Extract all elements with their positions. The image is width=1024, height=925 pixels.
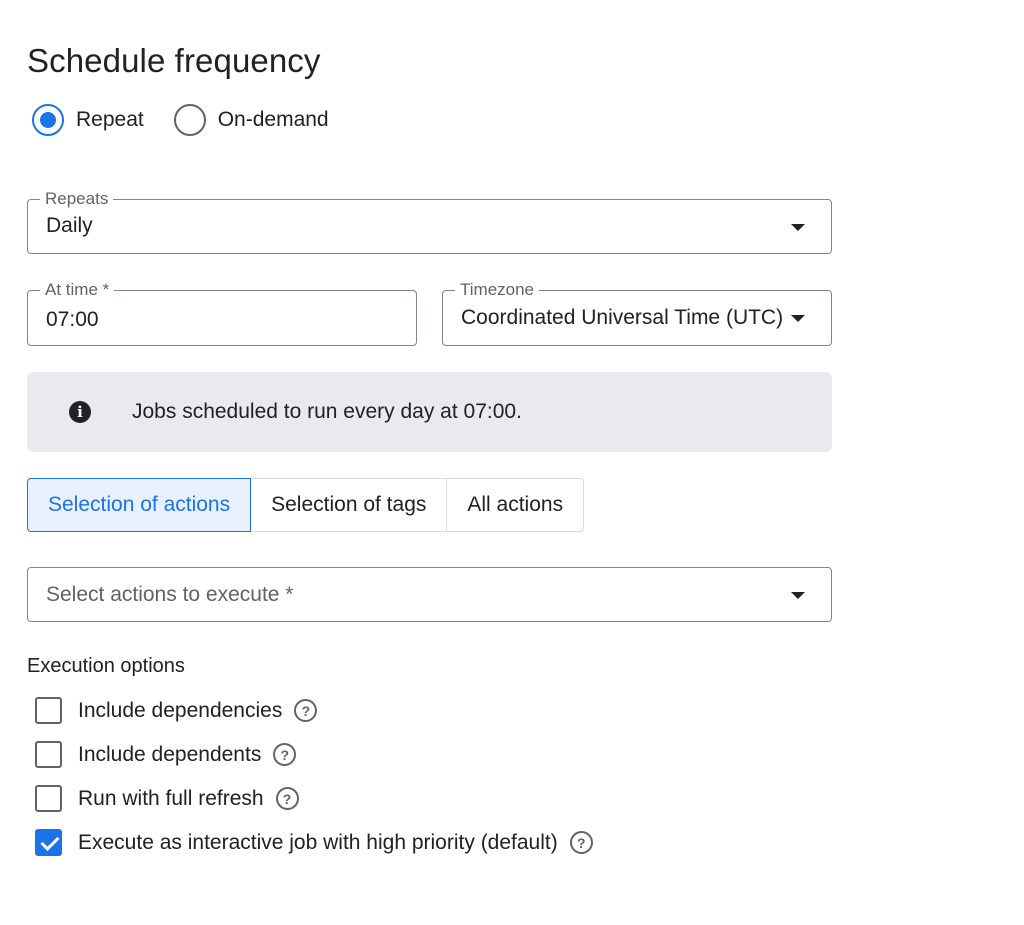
info-icon: i [69, 401, 91, 423]
interactive-high-priority-checkbox[interactable] [35, 829, 62, 856]
option-full-refresh: Run with full refresh ? [35, 785, 299, 812]
tab-selection-of-actions[interactable]: Selection of actions [27, 478, 252, 532]
option-interactive-high-priority: Execute as interactive job with high pri… [35, 829, 593, 856]
radio-repeat-label: Repeat [76, 108, 144, 131]
actions-select-placeholder: Select actions to execute * [46, 583, 294, 606]
page-title: Schedule frequency [27, 42, 321, 79]
repeats-select[interactable]: Repeats Daily [27, 189, 832, 254]
at-time-label: At time * [40, 280, 115, 300]
tab-selection-of-tags[interactable]: Selection of tags [251, 478, 448, 532]
help-icon[interactable]: ? [273, 743, 297, 766]
timezone-select[interactable]: Timezone Coordinated Universal Time (UTC… [442, 280, 832, 346]
tab-all-actions[interactable]: All actions [447, 478, 585, 532]
execution-options-title: Execution options [27, 655, 185, 677]
schedule-info-text: Jobs scheduled to run every day at 07:00… [132, 400, 522, 423]
help-icon[interactable]: ? [275, 787, 299, 810]
include-dependents-label: Include dependents [78, 742, 262, 766]
schedule-info-banner: i Jobs scheduled to run every day at 07:… [27, 372, 832, 452]
option-include-dependents: Include dependents ? [35, 741, 297, 768]
action-selection-toggle: Selection of actions Selection of tags A… [27, 478, 585, 532]
timezone-value: Coordinated Universal Time (UTC) [461, 306, 784, 329]
option-include-dependencies: Include dependencies ? [35, 697, 318, 724]
repeats-value: Daily [46, 214, 93, 237]
radio-on-demand-label: On-demand [217, 108, 329, 131]
radio-on-demand[interactable]: On-demand [173, 104, 329, 136]
interactive-high-priority-label: Execute as interactive job with high pri… [78, 830, 558, 854]
actions-select[interactable]: Select actions to execute * [27, 567, 832, 622]
at-time-input[interactable]: At time * 07:00 [27, 280, 417, 346]
include-dependents-checkbox[interactable] [35, 741, 62, 768]
radio-repeat[interactable]: Repeat [32, 104, 144, 136]
help-icon[interactable]: ? [569, 831, 593, 854]
timezone-dropdown-icon[interactable] [791, 315, 805, 322]
full-refresh-checkbox[interactable] [35, 785, 62, 812]
timezone-label: Timezone [455, 280, 540, 300]
frequency-radio-group: Repeat On-demand [32, 104, 359, 136]
full-refresh-label: Run with full refresh [78, 786, 264, 810]
at-time-value: 07:00 [46, 308, 99, 331]
radio-repeat-indicator[interactable] [32, 104, 64, 136]
include-dependencies-label: Include dependencies [78, 698, 283, 722]
radio-on-demand-indicator[interactable] [173, 104, 206, 136]
repeats-label: Repeats [40, 189, 114, 209]
help-icon[interactable]: ? [294, 699, 318, 722]
repeats-dropdown-icon[interactable] [791, 224, 805, 231]
include-dependencies-checkbox[interactable] [35, 697, 62, 724]
actions-dropdown-icon[interactable] [791, 592, 805, 599]
